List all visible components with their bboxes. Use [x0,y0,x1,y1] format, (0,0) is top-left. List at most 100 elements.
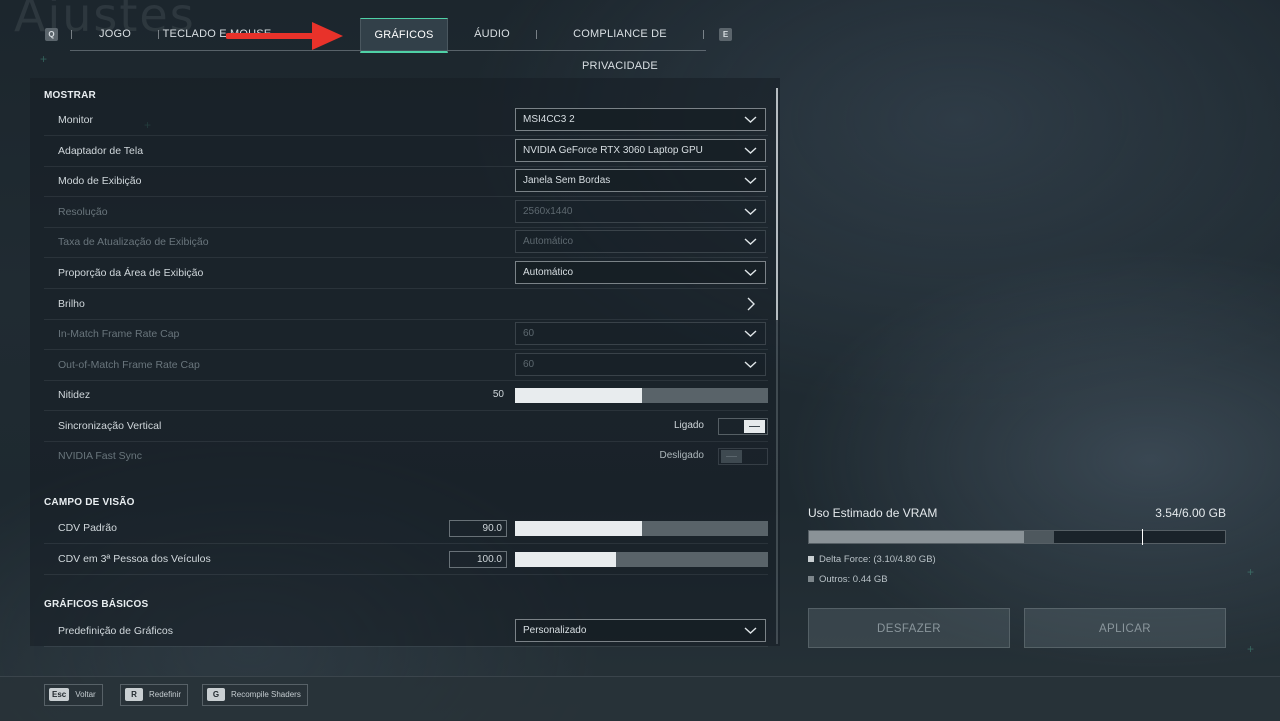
setting-label: Monitor [58,114,94,126]
back-hint-button[interactable]: Esc Voltar [44,684,103,706]
tab-audio[interactable]: ÁUDIO [454,18,530,50]
setting-label: Proporção da Área de Exibição [58,267,204,279]
key-g: G [207,688,225,702]
setting-label: Nitidez [58,389,91,401]
setting-proporcao[interactable]: Proporção da Área de Exibição Automático [44,258,768,289]
setting-modo-exibicao[interactable]: Modo de Exibição Janela Sem Bordas [44,166,768,197]
predefinicao-dropdown[interactable]: Personalizado [515,619,766,642]
setting-adaptador[interactable]: Adaptador de Tela NVIDIA GeForce RTX 306… [44,136,768,167]
tab-jogo[interactable]: JOGO [86,18,144,50]
legend-square-icon [808,576,814,583]
tab-next-key[interactable]: E [719,28,732,41]
setting-label: Predefinição de Gráficos [58,625,173,637]
settings-tab-bar: JOGO TECLADO E MOUSE GRÁFICOS ÁUDIO COMP… [70,18,706,72]
settings-scrollbar-thumb[interactable] [776,88,778,320]
setting-monitor[interactable]: Monitor MSI4CC3 2 [44,105,768,136]
legend-text: Delta Force: (3.10/4.80 GB) [819,554,936,565]
setting-vsync[interactable]: Sincronização Vertical Ligado [44,411,768,442]
key-r: R [125,688,143,702]
chevron-down-icon [744,208,757,215]
nitidez-value: 50 [492,389,504,400]
taxa-dropdown: Automático [515,230,766,253]
reset-hint-button[interactable]: R Redefinir [120,684,189,706]
setting-label: In-Match Frame Rate Cap [58,328,180,340]
decor-crosshair-icon: + [1247,642,1255,656]
chevron-down-icon [744,238,757,245]
setting-fast-sync: NVIDIA Fast Sync Desligado [44,441,768,471]
setting-label: Brilho [58,298,85,310]
setting-cdv-padrao[interactable]: CDV Padrão 90.0 [44,513,768,544]
fast-sync-toggle [718,448,768,465]
toggle-state-label: Ligado [673,420,704,431]
recompile-shaders-hint-button[interactable]: G Recompile Shaders [202,684,308,706]
resolucao-dropdown: 2560x1440 [515,200,766,223]
toggle-knob [721,450,742,463]
setting-label: Sincronização Vertical [58,420,162,432]
legend-text: Outros: 0.44 GB [819,574,888,585]
undo-button[interactable]: DESFAZER [808,608,1010,648]
proporcao-dropdown[interactable]: Automático [515,261,766,284]
setting-outmatch-cap: Out-of-Match Frame Rate Cap 60 [44,350,768,381]
chevron-down-icon [744,177,757,184]
vram-value: 3.54/6.00 GB [1155,506,1226,520]
dropdown-value: Automático [523,267,574,278]
vsync-toggle[interactable] [718,418,768,435]
cdv-padrao-input[interactable]: 90.0 [449,520,507,537]
vram-limit-marker [1141,529,1143,545]
dropdown-value: 60 [523,359,535,370]
setting-brilho[interactable]: Brilho [44,289,768,320]
setting-label: Resolução [58,206,108,218]
dropdown-value: 60 [523,328,535,339]
dropdown-value: NVIDIA GeForce RTX 3060 Laptop GPU [523,145,703,156]
chevron-right-icon[interactable] [746,297,756,311]
monitor-dropdown[interactable]: MSI4CC3 2 [515,108,766,131]
slider-fill [515,552,617,567]
tab-separator [71,30,72,39]
apply-button[interactable]: APLICAR [1024,608,1226,648]
cdv-padrao-slider[interactable] [515,521,768,536]
setting-cdv-veiculos[interactable]: CDV em 3ª Pessoa dos Veículos 100.0 [44,544,768,575]
setting-nitidez[interactable]: Nitidez 50 [44,380,768,411]
tab-graficos[interactable]: GRÁFICOS [360,18,448,53]
setting-label: Taxa de Atualização de Exibição [58,236,209,248]
setting-label: Out-of-Match Frame Rate Cap [58,359,200,371]
setting-predefinicao[interactable]: Predefinição de Gráficos Personalizado [44,616,768,647]
chevron-down-icon [744,330,757,337]
setting-label: Modo de Exibição [58,175,142,187]
dropdown-value: Personalizado [523,625,587,636]
hint-label: Redefinir [149,690,182,699]
dropdown-value: Automático [523,236,574,247]
vram-legend-delta: Delta Force: (3.10/4.80 GB) [808,554,936,565]
slider-fill [515,388,642,403]
setting-label: CDV Padrão [58,522,117,534]
outmatch-dropdown: 60 [515,353,766,376]
vram-delta-segment [809,531,1025,543]
red-arrow-annotation-icon [226,22,343,50]
setting-resolucao: Resolução 2560x1440 [44,197,768,228]
hint-label: Voltar [75,690,96,699]
nitidez-slider[interactable] [515,388,768,403]
toggle-state-label: Desligado [659,450,704,461]
section-campo-visao: CAMPO DE VISÃO [44,497,135,508]
dropdown-value: Janela Sem Bordas [523,175,611,186]
legend-square-icon [808,556,814,563]
slider-fill [515,521,642,536]
tab-separator [703,30,704,39]
setting-label: CDV em 3ª Pessoa dos Veículos [58,553,211,565]
decor-crosshair-icon: + [1247,565,1255,579]
tab-prev-key[interactable]: Q [45,28,58,41]
bottom-hint-bar [0,676,1280,721]
cdv-veiculos-slider[interactable] [515,552,768,567]
chevron-down-icon [744,147,757,154]
cdv-veiculos-input[interactable]: 100.0 [449,551,507,568]
vram-legend-others: Outros: 0.44 GB [808,574,888,585]
setting-taxa-atualizacao: Taxa de Atualização de Exibição Automáti… [44,227,768,258]
section-graficos-basicos: GRÁFICOS BÁSICOS [44,599,149,610]
tab-separator [536,30,537,39]
tab-compliance[interactable]: COMPLIANCE DE PRIVACIDADE [542,18,698,72]
dropdown-value: 2560x1440 [523,206,573,217]
adaptador-dropdown[interactable]: NVIDIA GeForce RTX 3060 Laptop GPU [515,139,766,162]
chevron-down-icon [744,116,757,123]
decor-crosshair-icon: + [40,52,48,66]
modo-exibicao-dropdown[interactable]: Janela Sem Bordas [515,169,766,192]
